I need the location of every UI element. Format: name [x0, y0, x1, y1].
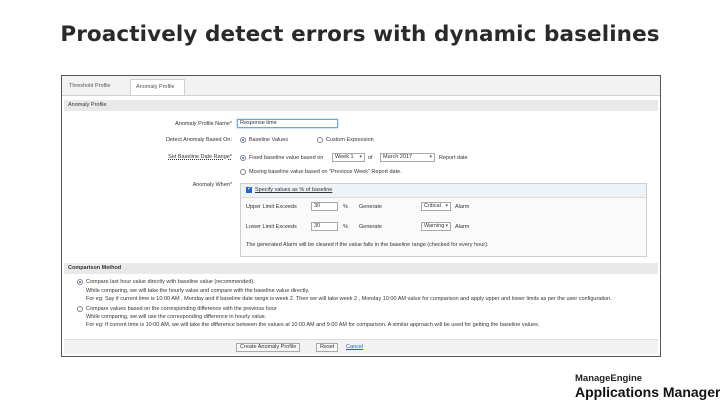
baseline-values-radio[interactable] [240, 137, 246, 143]
detect-based-on-label: Detect Anomaly Based On: [165, 137, 232, 143]
cancel-link[interactable]: Cancel [346, 344, 363, 350]
compare-direct-radio[interactable] [77, 279, 83, 285]
alarm-clear-note: The generated Alarm will be cleared if t… [246, 242, 489, 248]
lower-severity-select[interactable]: Warning ▾ [421, 222, 451, 231]
manageengine-logo: ManageEngine Applications Manager [575, 373, 720, 400]
custom-expression-label: Custom Expression [326, 137, 374, 143]
upper-percent-label: % [343, 204, 348, 210]
company-name: ManageEngine [575, 373, 643, 384]
lower-generate-label: Generate [359, 224, 382, 230]
anomaly-profile-window: Threshold Profile Anomaly Profile Anomal… [61, 75, 661, 357]
baseline-date-range-label: Set Baseline Date Range* [168, 154, 232, 160]
lower-severity-value: Warning [424, 223, 445, 229]
product-name: Applications Manager [575, 384, 720, 400]
baseline-values-label: Baseline Values [249, 137, 289, 143]
upper-generate-label: Generate [359, 204, 382, 210]
form-footer: Create Anomaly Profile Reset Cancel [64, 339, 658, 354]
specify-percent-checkbox[interactable] [246, 185, 252, 193]
lower-limit-label: Lower Limit Exceeds [246, 224, 297, 230]
week-select-value: Week 1 [335, 154, 354, 160]
fixed-baseline-radio[interactable] [240, 155, 246, 161]
upper-severity-value: Critical [424, 203, 441, 209]
month-select[interactable]: March 2017 ▾ [380, 153, 435, 162]
upper-alarm-label: Alarm [455, 204, 470, 210]
compare-difference-label: Compare values based on the correspondin… [86, 306, 277, 312]
tab-threshold-profile[interactable]: Threshold Profile [64, 79, 130, 95]
upper-limit-input[interactable]: 30 [311, 202, 338, 211]
report-date-label: Report date [439, 155, 468, 161]
compare-direct-label: Compare last hour value directly with ba… [86, 279, 255, 285]
chevron-down-icon: ▾ [359, 154, 362, 160]
profile-name-input[interactable]: Response time [237, 119, 338, 128]
reset-button[interactable]: Reset [316, 343, 339, 352]
specify-percent-label: Specify values as % of baseline [255, 187, 333, 193]
chevron-down-icon: ▾ [445, 223, 448, 229]
of-label: of [368, 155, 373, 161]
compare-difference-desc: While comparing, we will use the corresp… [86, 314, 267, 320]
compare-direct-desc: While comparing, we will take the hourly… [86, 288, 310, 294]
comparison-method-header: Comparison Method [64, 263, 658, 274]
create-anomaly-profile-button[interactable]: Create Anomaly Profile [236, 343, 301, 352]
lower-percent-label: % [343, 224, 348, 230]
month-select-value: March 2017 [383, 154, 413, 160]
moving-baseline-radio[interactable] [240, 169, 246, 175]
custom-expression-radio[interactable] [317, 137, 323, 143]
compare-difference-radio[interactable] [77, 306, 83, 312]
week-select[interactable]: Week 1 ▾ [332, 153, 365, 162]
fixed-baseline-label: Fixed baseline value based on [249, 155, 324, 161]
lower-limit-input[interactable]: 30 [311, 222, 338, 231]
compare-direct-example: For eg: Say if current time is 10:00 AM … [86, 296, 612, 302]
tab-anomaly-profile[interactable]: Anomaly Profile [130, 79, 185, 95]
upper-limit-label: Upper Limit Exceeds [246, 204, 297, 210]
anomaly-conditions-box: Specify values as % of baseline Upper Li… [240, 183, 647, 257]
lower-alarm-label: Alarm [455, 224, 470, 230]
upper-severity-select[interactable]: Critical ▾ [421, 202, 451, 211]
moving-baseline-label: Moving baseline value based on "Previous… [249, 169, 402, 175]
anomaly-when-label: Anomaly When* [192, 182, 232, 188]
slide-title: Proactively detect errors with dynamic b… [60, 22, 660, 47]
chevron-down-icon: ▾ [445, 203, 448, 209]
anomaly-profile-section-header: Anomaly Profile [64, 100, 658, 111]
tab-bar: Threshold Profile Anomaly Profile [62, 76, 660, 96]
profile-name-label: Anomaly Profile Name* [175, 121, 232, 127]
compare-difference-example: For eg: If current time is 10:00 AM, we … [86, 322, 540, 328]
chevron-down-icon: ▾ [429, 154, 432, 160]
